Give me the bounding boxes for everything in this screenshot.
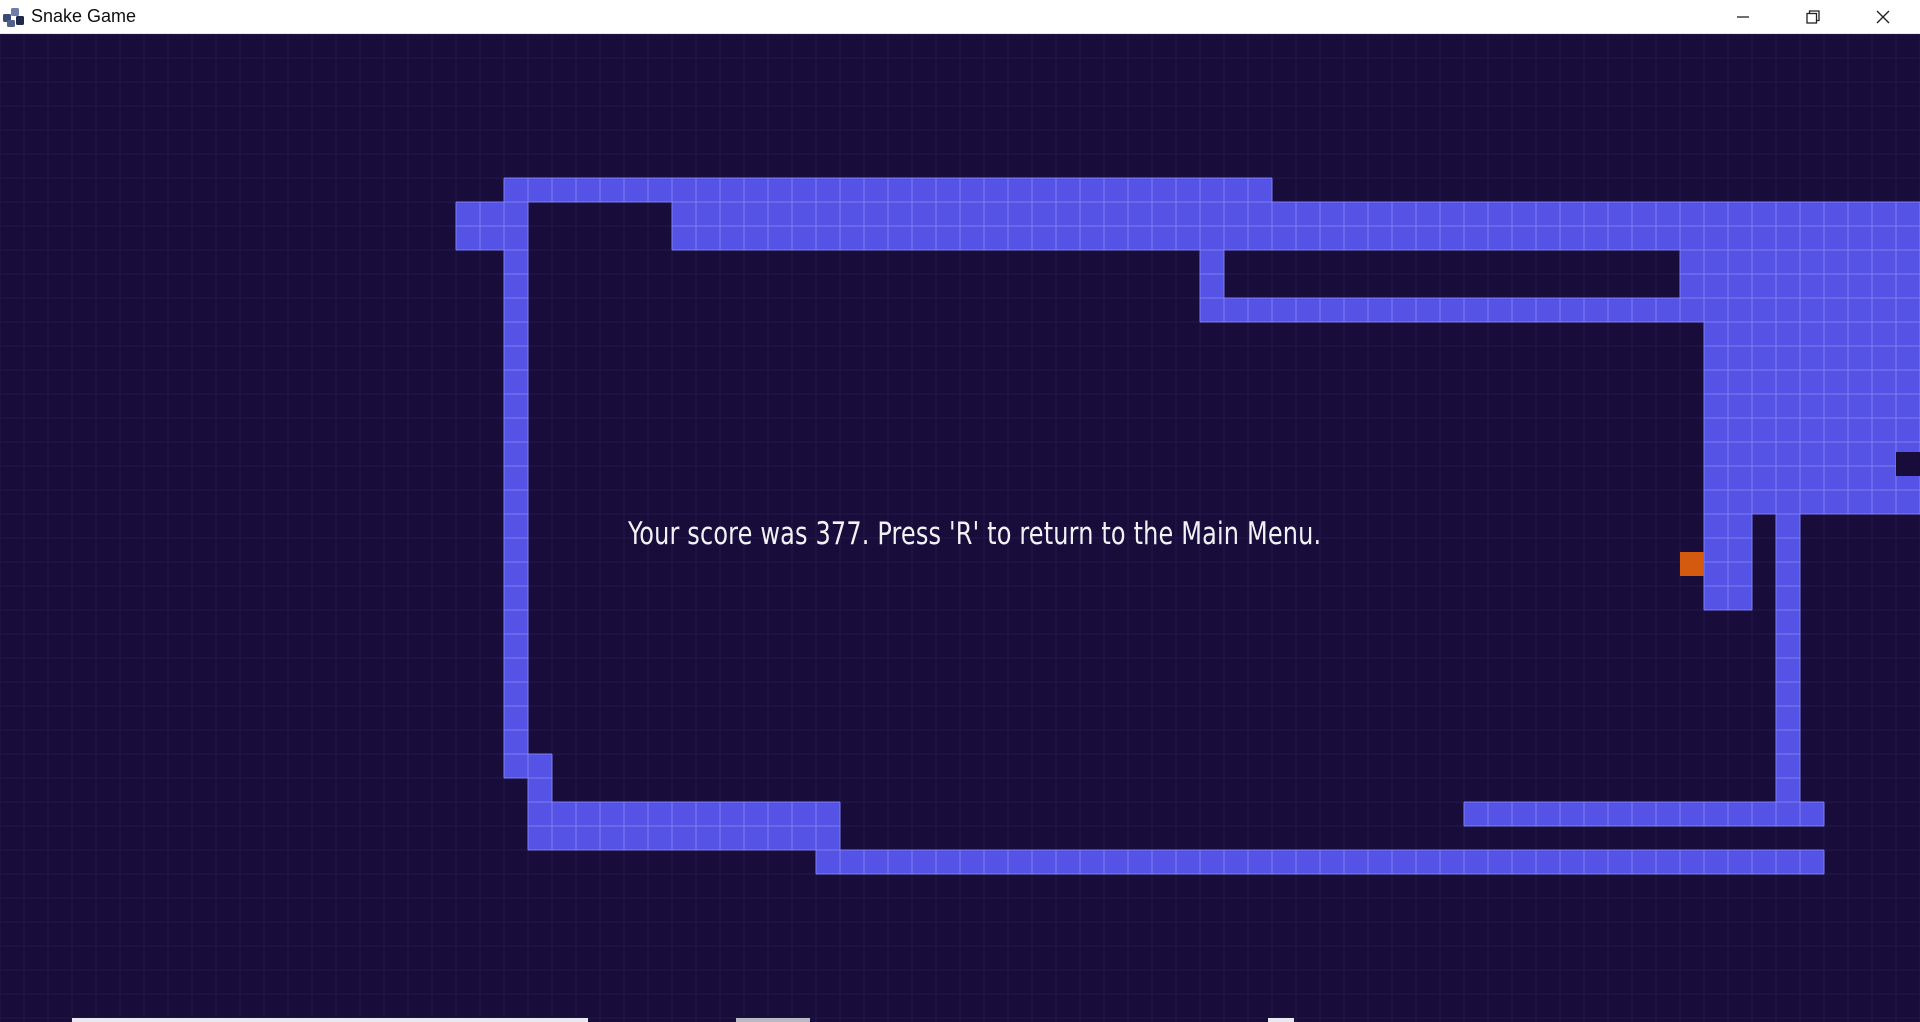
title-bar[interactable]: Snake Game <box>0 0 1920 34</box>
snake-segment <box>1775 513 1801 827</box>
snake-segment <box>527 753 553 803</box>
restore-button[interactable] <box>1778 0 1848 34</box>
snake-segment <box>503 177 1273 203</box>
window-title: Snake Game <box>31 6 137 26</box>
minimize-icon <box>1737 16 1749 18</box>
snake-segment <box>1463 801 1825 827</box>
bottom-edge-strip <box>72 1018 588 1022</box>
snake-segment <box>1703 513 1753 611</box>
snake-segment <box>815 849 1825 875</box>
restore-icon <box>1806 10 1820 24</box>
close-button[interactable] <box>1848 0 1918 34</box>
bottom-edge-strip <box>1268 1018 1294 1022</box>
snake-segment <box>1679 201 1920 323</box>
snake-segment <box>1703 321 1920 515</box>
snake-gap <box>1896 452 1920 476</box>
snake-segment <box>1199 297 1681 323</box>
minimize-button[interactable] <box>1708 0 1778 34</box>
close-icon <box>1876 10 1890 24</box>
snake-segment <box>503 177 529 779</box>
game-canvas[interactable]: Your score was 377. Press 'R' to return … <box>0 34 1920 1022</box>
food-pellet <box>1680 552 1704 576</box>
snake-segment <box>527 801 841 851</box>
snake-game-app-icon <box>3 8 24 27</box>
game-over-message: Your score was 377. Press 'R' to return … <box>628 516 1322 552</box>
bottom-edge-strip <box>736 1018 810 1022</box>
